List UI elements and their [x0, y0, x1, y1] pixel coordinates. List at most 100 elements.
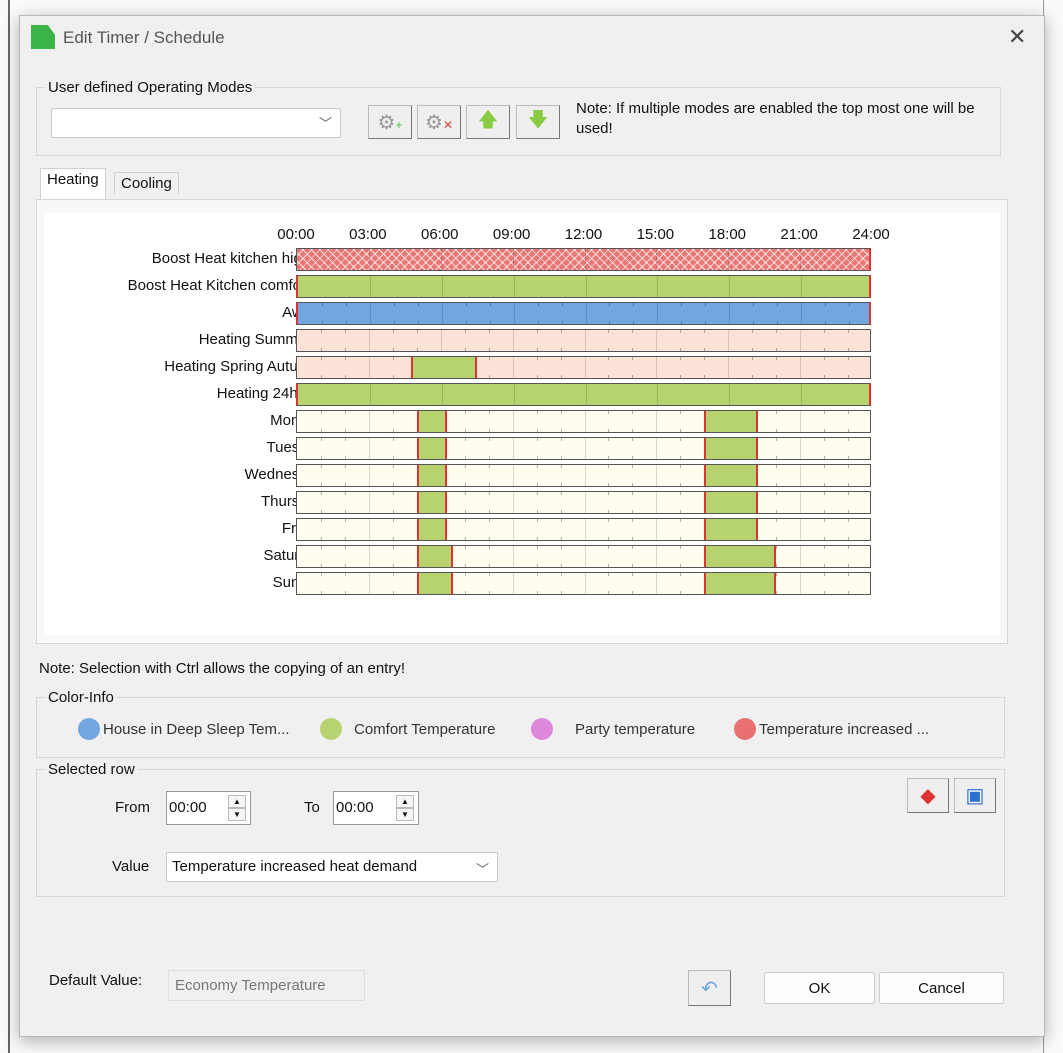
hour-tick — [608, 537, 610, 540]
hour-tick — [488, 357, 490, 360]
hour-tick — [824, 546, 826, 549]
schedule-segment-comfort[interactable] — [416, 573, 453, 594]
hour-tick — [848, 519, 850, 522]
schedule-row[interactable] — [296, 572, 871, 595]
schedule-row[interactable] — [296, 329, 871, 352]
select-all-button[interactable]: ▣ — [954, 778, 996, 813]
to-time-input[interactable]: 00:00 ▲ ▼ — [333, 791, 419, 825]
ok-button[interactable]: OK — [764, 972, 875, 1004]
schedule-row[interactable] — [296, 248, 871, 271]
time-label: 06:00 — [420, 226, 459, 243]
hour-tick — [776, 465, 778, 468]
hour-tick — [537, 303, 539, 306]
hour-tick — [536, 519, 538, 522]
schedule-row[interactable] — [296, 518, 871, 541]
schedule-row[interactable] — [296, 545, 871, 568]
hour-tick — [561, 303, 563, 306]
schedule-segment-comfort[interactable] — [704, 492, 759, 513]
hour-tick — [633, 321, 635, 324]
schedule-segment-comfort[interactable] — [704, 519, 759, 540]
hour-tick — [536, 456, 538, 459]
hour-tick — [632, 537, 634, 540]
spin-up-icon[interactable]: ▲ — [228, 795, 246, 808]
schedule-segment-comfort[interactable] — [416, 492, 447, 513]
hour-tick — [392, 438, 394, 441]
schedule-row[interactable] — [296, 491, 871, 514]
undo-button[interactable]: ↶ — [688, 970, 731, 1006]
comfort-color-dot — [320, 718, 342, 740]
hour-tick — [776, 573, 778, 576]
move-up-button[interactable]: 🡅 — [466, 105, 510, 139]
add-timer-button[interactable]: ⚙+ — [368, 105, 412, 139]
hour-tick — [321, 303, 323, 306]
schedule-row[interactable] — [296, 383, 871, 406]
value-select[interactable]: Temperature increased heat demand ﹀ — [166, 852, 498, 882]
hour-tick — [320, 483, 322, 486]
hour-tick — [464, 438, 466, 441]
hour-tick — [561, 321, 563, 324]
schedule-segment-comfort[interactable] — [416, 519, 447, 540]
close-icon[interactable]: ✕ — [1008, 24, 1026, 50]
hour-tick — [320, 438, 322, 441]
grid-line — [368, 330, 370, 351]
hour-tick — [344, 492, 346, 495]
hour-tick — [464, 510, 466, 513]
operating-mode-select[interactable]: ﹀ — [51, 108, 341, 138]
hour-tick — [776, 456, 778, 459]
hour-tick — [344, 465, 346, 468]
spin-up-icon[interactable]: ▲ — [396, 795, 414, 808]
hour-tick — [488, 438, 490, 441]
hour-tick — [392, 330, 394, 333]
schedule-row[interactable] — [296, 275, 871, 298]
schedule-row[interactable] — [296, 437, 871, 460]
cancel-button[interactable]: Cancel — [879, 972, 1004, 1004]
schedule-segment-comfort[interactable] — [704, 438, 759, 459]
tab-cooling[interactable]: Cooling — [114, 172, 179, 194]
hour-tick — [417, 321, 419, 324]
hour-tick — [560, 573, 562, 576]
schedule-segment-comfort[interactable] — [416, 465, 447, 486]
schedule-segment-comfort[interactable] — [416, 411, 447, 432]
hour-tick — [488, 537, 490, 540]
schedule-segment-comfort[interactable] — [416, 438, 447, 459]
hour-tick — [560, 591, 562, 594]
schedule-row[interactable] — [296, 356, 871, 379]
remove-timer-button[interactable]: ⚙✕ — [417, 105, 461, 139]
tab-heating[interactable]: Heating — [40, 168, 106, 200]
hour-tick — [608, 357, 610, 360]
from-time-input[interactable]: 00:00 ▲ ▼ — [166, 791, 251, 825]
schedule-segment-comfort[interactable] — [410, 357, 477, 378]
hour-tick — [848, 546, 850, 549]
hour-tick — [825, 303, 827, 306]
hour-tick — [320, 330, 322, 333]
hour-tick — [633, 303, 635, 306]
erase-button[interactable]: ◆ — [907, 778, 949, 813]
schedule-segment-comfort[interactable] — [416, 546, 453, 567]
time-label: 09:00 — [492, 226, 531, 243]
schedule-row[interactable] — [296, 302, 871, 325]
schedule-segment-comfort[interactable] — [704, 546, 777, 567]
schedule-row[interactable] — [296, 464, 871, 487]
schedule-row[interactable] — [296, 410, 871, 433]
hour-tick — [344, 573, 346, 576]
hour-tick — [632, 465, 634, 468]
grid-line — [441, 276, 443, 297]
grid-line — [800, 249, 802, 270]
hour-tick — [320, 537, 322, 540]
grid-line — [729, 276, 731, 297]
move-down-button[interactable]: 🡇 — [516, 105, 560, 139]
time-label: 15:00 — [636, 226, 675, 243]
hour-tick — [608, 573, 610, 576]
spin-down-icon[interactable]: ▼ — [228, 808, 246, 821]
grid-line — [656, 492, 658, 513]
hour-tick — [488, 456, 490, 459]
schedule-segment-comfort[interactable] — [704, 573, 777, 594]
hour-tick — [320, 573, 322, 576]
hour-tick — [560, 465, 562, 468]
hour-tick — [848, 492, 850, 495]
grid-line — [656, 249, 658, 270]
schedule-segment-comfort[interactable] — [704, 465, 759, 486]
schedule-segment-comfort[interactable] — [704, 411, 759, 432]
spin-down-icon[interactable]: ▼ — [396, 808, 414, 821]
hour-tick — [321, 321, 323, 324]
